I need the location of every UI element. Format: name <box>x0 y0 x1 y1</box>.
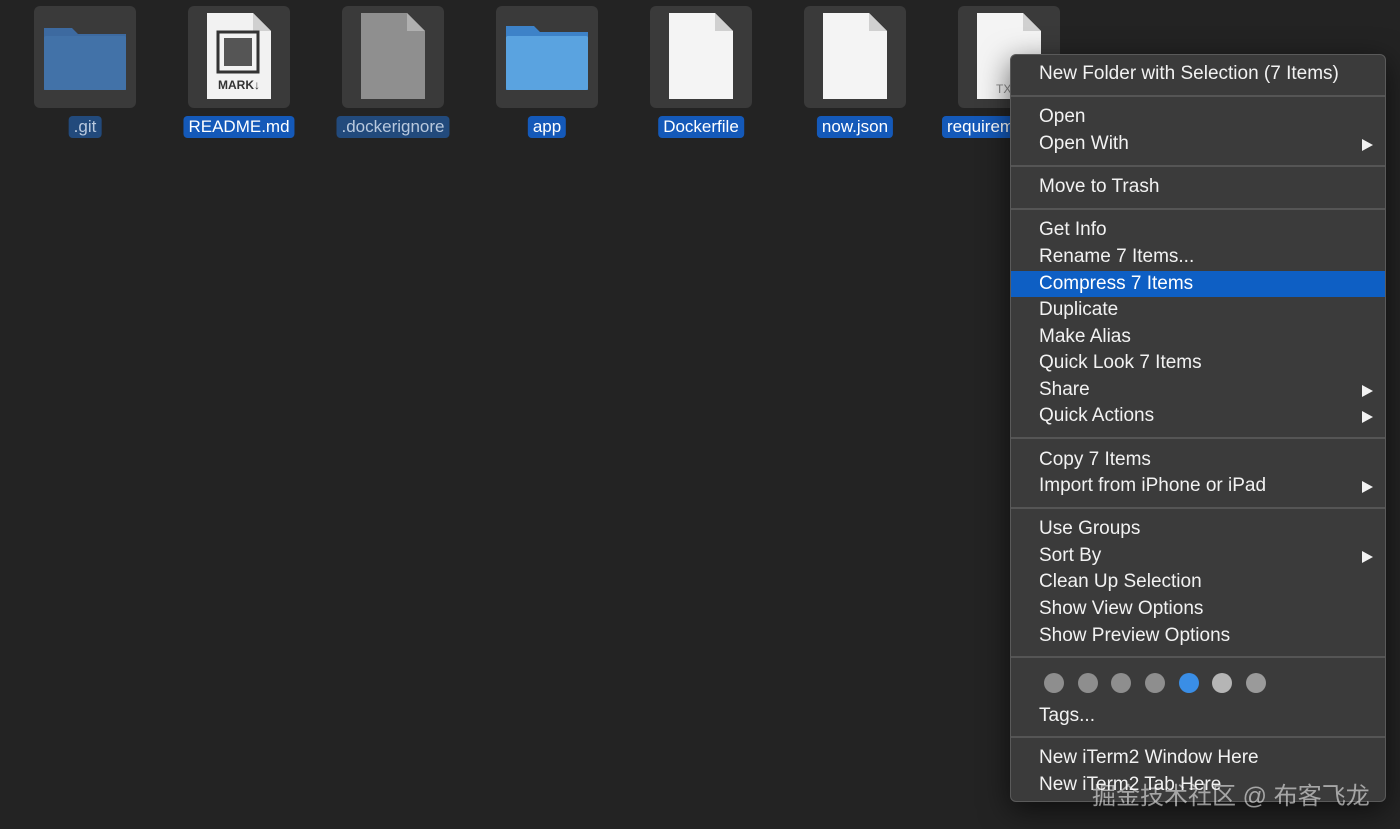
menu-item-share[interactable]: Share <box>1011 377 1385 403</box>
submenu-arrow-icon <box>1362 551 1373 563</box>
document-icon <box>669 13 733 99</box>
menu-separator <box>1011 437 1385 439</box>
markdown-file-icon <box>207 13 271 99</box>
menu-item-open-with[interactable]: Open With <box>1011 131 1385 157</box>
menu-item-get-info[interactable]: Get Info <box>1011 217 1385 243</box>
menu-item-quick-actions[interactable]: Quick Actions <box>1011 403 1385 429</box>
file-item-readme[interactable]: MARK↓ README.md <box>183 6 295 138</box>
file-name: .dockerignore <box>336 116 450 138</box>
menu-item-tags[interactable]: Tags... <box>1011 703 1385 729</box>
tag-color-dot[interactable] <box>1179 673 1199 693</box>
tag-color-dot[interactable] <box>1212 673 1232 693</box>
file-item-app[interactable]: app <box>496 6 598 138</box>
tag-color-dot[interactable] <box>1246 673 1266 693</box>
file-name: app <box>527 116 567 138</box>
menu-item-use-groups[interactable]: Use Groups <box>1011 516 1385 542</box>
menu-item-show-view-options[interactable]: Show View Options <box>1011 596 1385 622</box>
menu-item-make-alias[interactable]: Make Alias <box>1011 324 1385 350</box>
menu-separator <box>1011 165 1385 167</box>
menu-separator <box>1011 656 1385 658</box>
menu-item-compress[interactable]: Compress 7 Items <box>1011 271 1385 297</box>
submenu-arrow-icon <box>1362 139 1373 151</box>
tag-color-dot[interactable] <box>1145 673 1165 693</box>
file-item-dockerfile[interactable]: Dockerfile <box>650 6 752 138</box>
tag-color-dot[interactable] <box>1078 673 1098 693</box>
submenu-arrow-icon <box>1362 481 1373 493</box>
menu-item-quick-look[interactable]: Quick Look 7 Items <box>1011 350 1385 376</box>
file-item-now-json[interactable]: now.json <box>804 6 906 138</box>
menu-item-sort-by[interactable]: Sort By <box>1011 543 1385 569</box>
document-icon <box>361 13 425 99</box>
menu-item-import-from-iphone[interactable]: Import from iPhone or iPad <box>1011 473 1385 499</box>
menu-item-open[interactable]: Open <box>1011 104 1385 130</box>
menu-item-rename[interactable]: Rename 7 Items... <box>1011 244 1385 270</box>
submenu-arrow-icon <box>1362 385 1373 397</box>
file-item-git[interactable]: .git <box>34 6 136 138</box>
menu-separator <box>1011 507 1385 509</box>
finder-desktop: .git MARK↓ README.md .dockerignore app D… <box>0 0 1400 829</box>
context-menu: New Folder with Selection (7 Items) Open… <box>1010 54 1386 802</box>
menu-separator <box>1011 95 1385 97</box>
menu-item-move-to-trash[interactable]: Move to Trash <box>1011 174 1385 200</box>
file-item-dockerignore[interactable]: .dockerignore <box>336 6 450 138</box>
watermark: 掘金技术社区 @ 布客飞龙 <box>1092 783 1370 810</box>
folder-icon <box>44 28 126 90</box>
file-badge: MARK↓ <box>218 78 260 92</box>
tag-color-dot[interactable] <box>1044 673 1064 693</box>
document-icon <box>823 13 887 99</box>
tag-color-dot[interactable] <box>1111 673 1131 693</box>
menu-item-new-folder-with-selection[interactable]: New Folder with Selection (7 Items) <box>1011 61 1385 87</box>
menu-item-clean-up-selection[interactable]: Clean Up Selection <box>1011 569 1385 595</box>
menu-item-show-preview-options[interactable]: Show Preview Options <box>1011 623 1385 649</box>
menu-item-copy[interactable]: Copy 7 Items <box>1011 447 1385 473</box>
menu-item-new-iterm-window[interactable]: New iTerm2 Window Here <box>1011 745 1385 771</box>
folder-icon <box>506 26 588 90</box>
file-name: now.json <box>816 116 894 138</box>
menu-separator <box>1011 736 1385 738</box>
file-name: README.md <box>183 116 295 138</box>
menu-separator <box>1011 208 1385 210</box>
file-name: .git <box>68 116 102 138</box>
file-name: Dockerfile <box>658 116 744 138</box>
menu-item-duplicate[interactable]: Duplicate <box>1011 297 1385 323</box>
file-name: requirem <box>942 116 1020 138</box>
submenu-arrow-icon <box>1362 411 1373 423</box>
